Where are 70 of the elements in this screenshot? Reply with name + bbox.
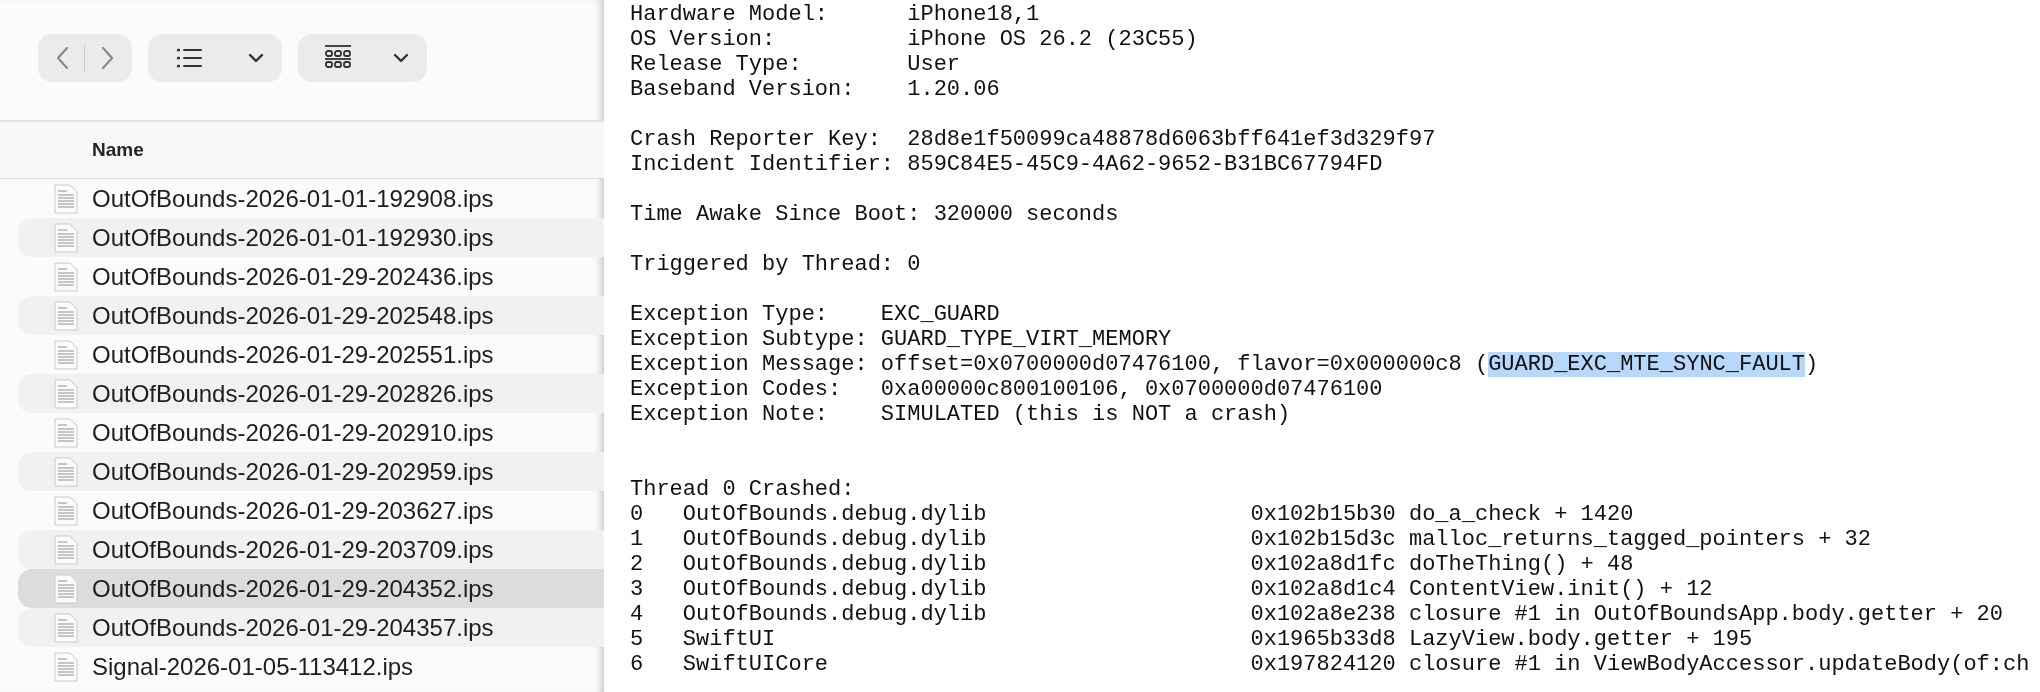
- file-row[interactable]: OutOfBounds-2026-01-29-204357.ips: [18, 608, 604, 647]
- document-icon: [54, 300, 78, 331]
- document-icon: [54, 573, 78, 604]
- file-name: OutOfBounds-2026-01-29-204357.ips: [92, 613, 494, 642]
- file-name: OutOfBounds-2026-01-29-202436.ips: [92, 262, 494, 291]
- log-line: Exception Note: SIMULATED (this is NOT a crash): [630, 402, 1291, 427]
- document-icon: [54, 378, 78, 409]
- file-name: OutOfBounds-2026-01-29-202959.ips: [92, 457, 494, 486]
- back-forward-control[interactable]: [38, 34, 132, 82]
- file-row[interactable]: Signal-2026-01-05-113412.ips: [18, 647, 604, 686]
- log-line: 6 SwiftUICore 0x197824120 closure #1 in ViewBodyAccessor.updateBody(of:ch: [630, 652, 2030, 677]
- log-line: 5 SwiftUI 0x1965b33d8 LazyView.body.getter + 195: [630, 627, 1753, 652]
- log-line: 4 OutOfBounds.debug.dylib 0x102a8e238 closure #1 in OutOfBoundsApp.body.getter + 20: [630, 602, 2004, 627]
- file-name: OutOfBounds-2026-01-29-204352.ips: [92, 574, 494, 603]
- file-name: OutOfBounds-2026-01-29-202910.ips: [92, 418, 494, 447]
- log-line: Release Type: User: [630, 52, 961, 77]
- document-icon: [54, 339, 78, 370]
- log-line: Time Awake Since Boot: 320000 seconds: [630, 202, 1119, 227]
- log-line: 2 OutOfBounds.debug.dylib 0x102a8d1fc doTheThing() + 48: [630, 552, 1634, 577]
- file-row[interactable]: OutOfBounds-2026-01-01-192930.ips: [18, 218, 604, 257]
- file-row[interactable]: OutOfBounds-2026-01-29-203709.ips: [18, 530, 604, 569]
- chevron-down-icon: [248, 53, 264, 63]
- column-title[interactable]: Name: [92, 139, 144, 161]
- back-icon[interactable]: [54, 45, 71, 71]
- file-name: OutOfBounds-2026-01-01-192908.ips: [92, 184, 494, 213]
- log-line: Exception Codes: 0xa00000c800100106, 0x0700000d07476100: [630, 377, 1383, 402]
- document-icon: [54, 417, 78, 448]
- file-row[interactable]: OutOfBounds-2026-01-29-203627.ips: [18, 491, 604, 530]
- view-mode-button[interactable]: [148, 34, 282, 82]
- document-icon: [54, 222, 78, 253]
- group-button[interactable]: [298, 34, 427, 82]
- log-line: Triggered by Thread: 0: [630, 252, 921, 277]
- file-row[interactable]: OutOfBounds-2026-01-29-202436.ips: [18, 257, 604, 296]
- log-line: 3 OutOfBounds.debug.dylib 0x102a8d1c4 ContentView.init() + 12: [630, 577, 1713, 602]
- document-icon: [54, 456, 78, 487]
- log-line: Incident Identifier: 859C84E5-45C9-4A62-9652-B31BC67794FD: [630, 152, 1383, 177]
- log-line: Thread 0 Crashed:: [630, 477, 855, 502]
- file-row[interactable]: OutOfBounds-2026-01-29-202959.ips: [18, 452, 604, 491]
- file-row[interactable]: OutOfBounds-2026-01-29-204352.ips: [18, 569, 604, 608]
- list-icon: [176, 47, 202, 69]
- file-row[interactable]: OutOfBounds-2026-01-29-202826.ips: [18, 374, 604, 413]
- column-header[interactable]: Name: [0, 122, 604, 179]
- log-line: Exception Subtype: GUARD_TYPE_VIRT_MEMORY: [630, 327, 1172, 352]
- file-name: OutOfBounds-2026-01-29-203627.ips: [92, 496, 494, 525]
- file-row[interactable]: OutOfBounds-2026-01-29-202910.ips: [18, 413, 604, 452]
- file-name: OutOfBounds-2026-01-29-202826.ips: [92, 379, 494, 408]
- document-icon: [54, 261, 78, 292]
- document-icon: [54, 651, 78, 682]
- log-line: Crash Reporter Key: 28d8e1f50099ca48878d6063bff641ef3d329f97: [630, 127, 1436, 152]
- document-icon: [54, 183, 78, 214]
- file-row[interactable]: OutOfBounds-2026-01-29-202551.ips: [18, 335, 604, 374]
- document-icon: [54, 612, 78, 643]
- file-name: Signal-2026-01-05-113412.ips: [92, 652, 414, 681]
- chevron-down-icon: [393, 53, 409, 63]
- file-name: OutOfBounds-2026-01-29-202551.ips: [92, 340, 494, 369]
- log-line: Hardware Model: iPhone18,1: [630, 2, 1040, 27]
- log-line: Exception Type: EXC_GUARD: [630, 302, 1000, 327]
- document-icon: [54, 495, 78, 526]
- forward-icon[interactable]: [99, 45, 116, 71]
- log-line: 0 OutOfBounds.debug.dylib 0x102b15b30 do_a_check + 1420: [630, 502, 1634, 527]
- file-row[interactable]: OutOfBounds-2026-01-01-192908.ips: [18, 179, 604, 218]
- log-line: Baseband Version: 1.20.06: [630, 77, 1000, 102]
- log-line: Exception Message: offset=0x0700000d07476100, flavor=0x000000c8 (GUARD_EXC_MTE_SYNC_FAULT): [630, 352, 1819, 377]
- file-name: OutOfBounds-2026-01-29-202548.ips: [92, 301, 494, 330]
- document-icon: [54, 534, 78, 565]
- file-name: OutOfBounds-2026-01-01-192930.ips: [92, 223, 494, 252]
- file-name: OutOfBounds-2026-01-29-203709.ips: [92, 535, 494, 564]
- log-line: OS Version: iPhone OS 26.2 (23C55): [630, 27, 1198, 52]
- file-row[interactable]: OutOfBounds-2026-01-29-202548.ips: [18, 296, 604, 335]
- log-line: 1 OutOfBounds.debug.dylib 0x102b15d3c malloc_returns_tagged_pointers + 32: [630, 527, 1871, 552]
